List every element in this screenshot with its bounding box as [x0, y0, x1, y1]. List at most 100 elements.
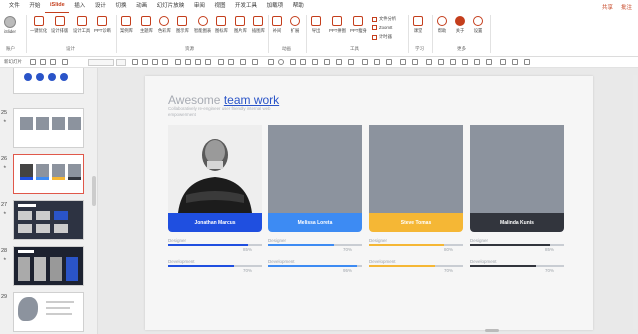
- horizontal-scrollbar[interactable]: [485, 329, 499, 332]
- menu-tab[interactable]: 幻灯片放映: [152, 0, 189, 13]
- menu-tab[interactable]: 审阅: [189, 0, 210, 13]
- one-click-button[interactable]: 一键优化: [30, 16, 47, 34]
- shape-oval-icon[interactable]: [278, 58, 284, 65]
- comments-button[interactable]: 批注: [621, 3, 632, 11]
- menu-tab[interactable]: 切换: [111, 0, 132, 13]
- ppt-thumb-button[interactable]: PPT拼图: [329, 16, 346, 34]
- pic-lib-button[interactable]: 图片库: [234, 16, 247, 34]
- numbering-icon[interactable]: [228, 58, 234, 65]
- bullets-icon[interactable]: [218, 58, 224, 65]
- slide-thumbnail[interactable]: [13, 292, 84, 332]
- ribbon-separator: [26, 15, 27, 53]
- team-card[interactable]: Steve Tomas: [369, 125, 463, 232]
- share-button[interactable]: 共享: [602, 3, 613, 11]
- file-analysis-button[interactable]: 文件分析: [372, 16, 396, 22]
- underline-icon[interactable]: [152, 58, 158, 65]
- ruler-icon[interactable]: [474, 58, 480, 65]
- team-card[interactable]: Jonathan Marcus: [168, 125, 262, 232]
- menu-tab[interactable]: 开发工具: [230, 0, 262, 13]
- extension-button[interactable]: 扩展: [290, 16, 300, 34]
- slide-thumbnail[interactable]: [13, 108, 84, 148]
- about-button[interactable]: 关于: [455, 16, 465, 34]
- thumbnail-scrollbar[interactable]: [92, 176, 96, 206]
- design-layout-button[interactable]: 设计排版: [51, 16, 68, 34]
- undo-icon[interactable]: [40, 58, 46, 65]
- menu-tab[interactable]: iSlide: [45, 0, 70, 13]
- eraser-icon[interactable]: [450, 58, 456, 65]
- fill-color-icon[interactable]: [324, 58, 330, 65]
- illus-lib-button[interactable]: 插图库: [252, 16, 265, 34]
- case-lib-button[interactable]: 案例库: [120, 16, 133, 34]
- slide-thumbnail[interactable]: [13, 68, 84, 94]
- optimize-icon: [33, 16, 44, 26]
- timer-button[interactable]: 计时器: [372, 34, 392, 40]
- slide-thumbnail-selected[interactable]: [13, 154, 84, 194]
- slide-subtitle[interactable]: Collaboratively re-engineer user friendl…: [168, 106, 298, 117]
- slide-thumbnail[interactable]: [13, 200, 84, 240]
- format-painter-icon[interactable]: [500, 58, 506, 65]
- team-card[interactable]: Malinda Kunis: [470, 125, 564, 232]
- slide-title[interactable]: Awesome team work: [168, 93, 279, 107]
- select-icon[interactable]: [386, 58, 392, 65]
- menu-tab[interactable]: 插入: [69, 0, 90, 13]
- shape-line-icon[interactable]: [290, 58, 296, 65]
- italic-icon[interactable]: [142, 58, 148, 65]
- help-button[interactable]: 帮助: [437, 16, 447, 34]
- theme-lib-button[interactable]: 主题库: [140, 16, 153, 34]
- menu-tab[interactable]: 帮助: [288, 0, 309, 13]
- icon-lib-button[interactable]: 图标库: [215, 16, 228, 34]
- learn-button[interactable]: 课堂: [413, 16, 423, 34]
- diagram-lib-button[interactable]: 图示库: [176, 16, 189, 34]
- ink-to-shape-icon[interactable]: [486, 58, 492, 65]
- slide-canvas: Awesome team work Collaboratively re-eng…: [98, 68, 638, 334]
- customize-icon[interactable]: [524, 58, 530, 65]
- lasso-icon[interactable]: [462, 58, 468, 65]
- indent-icon[interactable]: [240, 58, 246, 65]
- export-button[interactable]: 导出: [311, 16, 321, 34]
- present-icon[interactable]: [62, 58, 68, 65]
- menu-tab[interactable]: 动画: [131, 0, 152, 13]
- canvas-scrollbar[interactable]: [633, 75, 637, 329]
- line-spacing-icon[interactable]: [252, 58, 258, 65]
- bold-icon[interactable]: [132, 58, 138, 65]
- effects-icon[interactable]: [348, 58, 354, 65]
- ppt-diagnose-button[interactable]: PPT诊断: [94, 16, 111, 34]
- new-slide-button[interactable]: 新幻灯片: [4, 59, 22, 66]
- shape-arrow-icon[interactable]: [300, 58, 306, 65]
- justify-icon[interactable]: [205, 58, 211, 65]
- align-left-icon[interactable]: [175, 58, 181, 65]
- shape-rectangle-icon[interactable]: [268, 58, 274, 65]
- replace-icon[interactable]: [374, 58, 380, 65]
- design-tools-button[interactable]: 设计工具: [73, 16, 90, 34]
- find-icon[interactable]: [362, 58, 368, 65]
- account-button[interactable]: iSlider: [4, 16, 16, 34]
- slide-thumbnail[interactable]: [13, 246, 84, 286]
- smart-chart-button[interactable]: 智能图表: [194, 16, 211, 34]
- table-icon[interactable]: [412, 58, 418, 65]
- menu-tab[interactable]: 开始: [25, 0, 46, 13]
- strikethrough-icon[interactable]: [162, 58, 168, 65]
- current-slide[interactable]: Awesome team work Collaboratively re-eng…: [145, 76, 593, 330]
- outline-color-icon[interactable]: [336, 58, 342, 65]
- redo-icon[interactable]: [50, 58, 56, 65]
- flag-icon[interactable]: [512, 58, 518, 65]
- menu-tab[interactable]: 设计: [90, 0, 111, 13]
- color-lib-button[interactable]: 色彩库: [158, 16, 171, 34]
- settings-button[interactable]: 设置: [473, 16, 483, 34]
- save-icon[interactable]: [30, 58, 36, 65]
- highlighter-icon[interactable]: [438, 58, 444, 65]
- menu-tab[interactable]: 文件: [4, 0, 25, 13]
- ppt-slim-button[interactable]: PPT瘦身: [350, 16, 367, 34]
- pen-icon[interactable]: [426, 58, 432, 65]
- align-center-icon[interactable]: [185, 58, 191, 65]
- zoomit-button[interactable]: ZoomIt: [372, 25, 392, 30]
- menu-tab[interactable]: 加载项: [262, 0, 288, 13]
- supplement-button[interactable]: 补间: [272, 16, 282, 34]
- align-right-icon[interactable]: [195, 58, 201, 65]
- font-name-input[interactable]: [88, 58, 114, 66]
- team-card[interactable]: Melissa Loreta: [268, 125, 362, 232]
- picture-icon[interactable]: [400, 58, 406, 65]
- font-size-input[interactable]: [116, 58, 126, 66]
- menu-tab[interactable]: 视图: [210, 0, 231, 13]
- arrange-icon[interactable]: [312, 58, 318, 65]
